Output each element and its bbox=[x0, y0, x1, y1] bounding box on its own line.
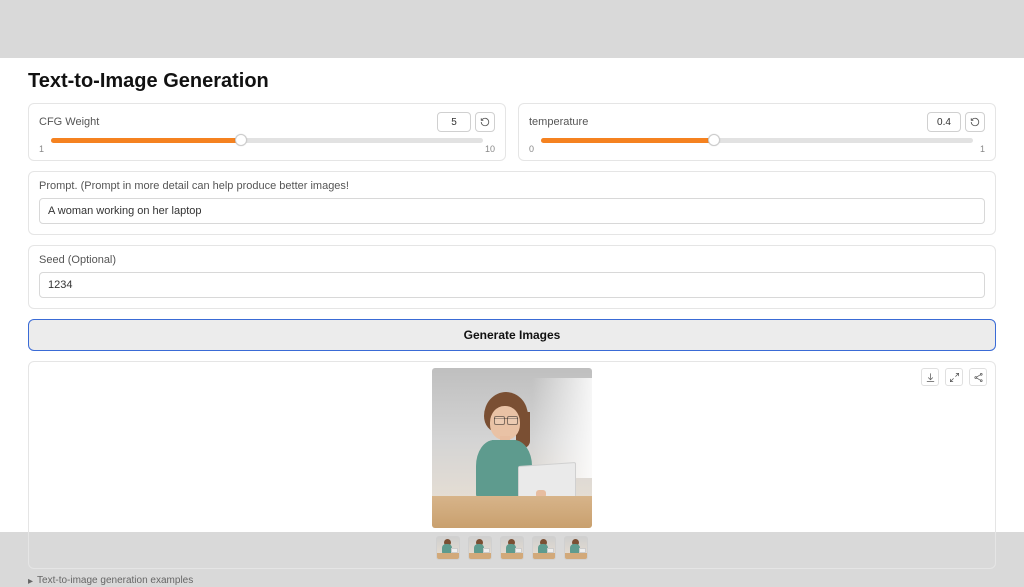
cfg-max-tick: 10 bbox=[485, 144, 495, 154]
chevron-right-icon: ▸ bbox=[28, 576, 33, 587]
examples-accordion[interactable]: ▸Text-to-image generation examples bbox=[28, 575, 996, 586]
seed-input[interactable] bbox=[39, 272, 985, 298]
expand-icon bbox=[949, 372, 960, 383]
cfg-weight-value-input[interactable] bbox=[437, 112, 471, 132]
temperature-reset-button[interactable] bbox=[965, 112, 985, 132]
temperature-label: temperature bbox=[529, 116, 588, 128]
download-button[interactable] bbox=[921, 368, 939, 386]
prompt-input[interactable] bbox=[39, 198, 985, 224]
cfg-weight-card: CFG Weight 1 10 bbox=[28, 103, 506, 161]
temperature-min-tick: 0 bbox=[529, 144, 534, 154]
reset-icon bbox=[480, 117, 490, 127]
prompt-label: Prompt. (Prompt in more detail can help … bbox=[39, 180, 985, 192]
thumbnail-1[interactable] bbox=[436, 536, 460, 560]
output-gallery bbox=[28, 361, 996, 569]
thumbnail-2[interactable] bbox=[468, 536, 492, 560]
thumbnail-3[interactable] bbox=[500, 536, 524, 560]
temperature-slider[interactable]: 0 1 bbox=[529, 138, 985, 154]
reset-icon bbox=[970, 117, 980, 127]
download-icon bbox=[925, 372, 936, 383]
temperature-card: temperature 0 1 bbox=[518, 103, 996, 161]
app-panel: Text-to-Image Generation CFG Weight 1 10 bbox=[0, 58, 1024, 532]
thumbnail-4[interactable] bbox=[532, 536, 556, 560]
share-button[interactable] bbox=[969, 368, 987, 386]
share-icon bbox=[973, 372, 984, 383]
thumbnail-strip bbox=[35, 536, 989, 560]
cfg-min-tick: 1 bbox=[39, 144, 44, 154]
cfg-weight-label: CFG Weight bbox=[39, 116, 99, 128]
prompt-card: Prompt. (Prompt in more detail can help … bbox=[28, 171, 996, 235]
generate-images-button[interactable]: Generate Images bbox=[28, 319, 996, 351]
expand-button[interactable] bbox=[945, 368, 963, 386]
cfg-weight-slider[interactable]: 1 10 bbox=[39, 138, 495, 154]
temperature-value-input[interactable] bbox=[927, 112, 961, 132]
temperature-max-tick: 1 bbox=[980, 144, 985, 154]
generated-image-main[interactable] bbox=[432, 368, 592, 528]
thumbnail-5[interactable] bbox=[564, 536, 588, 560]
slider-row: CFG Weight 1 10 temperature bbox=[28, 103, 996, 161]
cfg-weight-reset-button[interactable] bbox=[475, 112, 495, 132]
seed-card: Seed (Optional) bbox=[28, 245, 996, 309]
seed-label: Seed (Optional) bbox=[39, 254, 985, 266]
page-title: Text-to-Image Generation bbox=[28, 70, 996, 93]
